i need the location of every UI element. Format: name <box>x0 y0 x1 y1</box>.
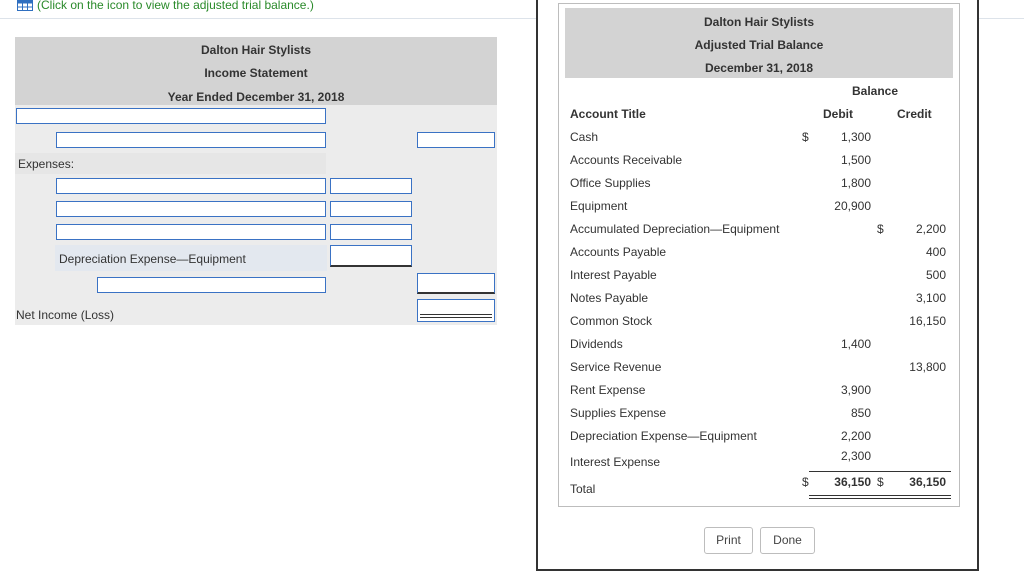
total-row: Total $ 36,150 $ 36,150 <box>565 471 953 500</box>
trial-balance-row: Dividends 1,400 <box>565 333 953 356</box>
net-income-label: Net Income (Loss) <box>16 308 115 322</box>
col-debit: Debit <box>823 107 853 121</box>
trial-balance-row: Office Supplies 1,800 <box>565 172 953 195</box>
account-title: Depreciation Expense—Equipment <box>570 429 757 443</box>
expense-account-input-2[interactable] <box>56 201 326 217</box>
col-account-title: Account Title <box>570 107 646 121</box>
tb-title: Adjusted Trial Balance <box>694 38 824 52</box>
debit-value: 1,400 <box>840 337 871 351</box>
account-title: Equipment <box>570 199 628 213</box>
credit-value: 500 <box>925 268 946 282</box>
instruction-link[interactable]: (Click on the icon to view the adjusted … <box>37 0 314 12</box>
credit-value: 13,800 <box>909 360 946 374</box>
total-expenses-amount-input[interactable] <box>417 273 495 294</box>
column-header-row: Account Title Debit Credit <box>565 103 953 126</box>
income-statement-panel: Dalton Hair Stylists Income Statement Ye… <box>15 37 497 325</box>
total-debit-value: 36,150 <box>834 475 871 489</box>
account-title: Rent Expense <box>570 383 646 397</box>
total-credit-sign: $ <box>877 475 884 489</box>
trial-balance-row: Cash $1,300 <box>565 126 953 149</box>
debit-value: 1,500 <box>840 153 871 167</box>
trial-balance-frame: Dalton Hair Stylists Adjusted Trial Bala… <box>558 3 960 507</box>
expense-amount-input-3[interactable] <box>330 224 412 240</box>
credit-sign: $ <box>877 222 884 236</box>
debit-value: 850 <box>850 406 871 420</box>
account-title: Accounts Receivable <box>570 153 683 167</box>
credit-value: 16,150 <box>909 314 946 328</box>
account-title: Interest Payable <box>570 268 657 282</box>
total-credit-value: 36,150 <box>909 475 946 489</box>
total-expenses-label-input[interactable] <box>97 277 326 293</box>
debit-value: 20,900 <box>834 199 871 213</box>
debit-value: 3,900 <box>840 383 871 397</box>
trial-balance-row: Accounts Payable 400 <box>565 241 953 264</box>
revenue-header-input[interactable] <box>16 108 326 124</box>
trial-balance-header: Dalton Hair Stylists Adjusted Trial Bala… <box>565 8 953 78</box>
credit-value: 2,200 <box>915 222 946 236</box>
account-title: Dividends <box>570 337 623 351</box>
expense-account-input-1[interactable] <box>56 178 326 194</box>
is-statement-title: Income Statement <box>204 66 308 80</box>
debit-double-rule <box>809 495 883 499</box>
debit-sign: $ <box>802 130 809 144</box>
total-debit-sign: $ <box>802 475 809 489</box>
account-title: Accumulated Depreciation—Equipment <box>570 222 780 236</box>
trial-balance-row: Accounts Receivable 1,500 <box>565 149 953 172</box>
trial-balance-dialog: Dalton Hair Stylists Adjusted Trial Bala… <box>536 0 979 571</box>
double-underline <box>420 314 492 318</box>
income-statement-header: Dalton Hair Stylists Income Statement Ye… <box>15 37 497 105</box>
tb-date: December 31, 2018 <box>704 61 814 75</box>
trial-balance-row: Supplies Expense 850 <box>565 402 953 425</box>
account-title: Cash <box>570 130 599 144</box>
balance-header-row: Balance <box>565 80 953 103</box>
account-title: Service Revenue <box>570 360 662 374</box>
trial-balance-row: Depreciation Expense—Equipment 2,200 <box>565 425 953 448</box>
depreciation-amount-input[interactable] <box>330 245 412 267</box>
total-label: Total <box>570 482 596 496</box>
trial-balance-row: Rent Expense 3,900 <box>565 379 953 402</box>
revenue-account-input[interactable] <box>56 132 326 148</box>
is-company-name: Dalton Hair Stylists <box>200 43 312 57</box>
expenses-label: Expenses: <box>18 157 75 171</box>
expense-amount-input-2[interactable] <box>330 201 412 217</box>
debit-value: 2,300 <box>840 449 871 463</box>
trial-balance-row: Accumulated Depreciation—Equipment $2,200 <box>565 218 953 241</box>
table-grid-icon[interactable] <box>17 0 33 12</box>
account-title: Accounts Payable <box>570 245 667 259</box>
credit-value: 3,100 <box>915 291 946 305</box>
debit-value: 1,800 <box>840 176 871 190</box>
instruction-line[interactable]: (Click on the icon to view the adjusted … <box>0 0 314 15</box>
expense-amount-input-1[interactable] <box>330 178 412 194</box>
credit-value: 400 <box>925 245 946 259</box>
account-title: Office Supplies <box>570 176 651 190</box>
trial-balance-row: Equipment 20,900 <box>565 195 953 218</box>
account-title: Notes Payable <box>570 291 649 305</box>
depreciation-label: Depreciation Expense—Equipment <box>59 252 246 266</box>
revenue-amount-input[interactable] <box>417 132 495 148</box>
net-income-amount-input[interactable] <box>417 299 495 322</box>
trial-balance-row: Common Stock 16,150 <box>565 310 953 333</box>
account-title: Common Stock <box>570 314 653 328</box>
account-title: Supplies Expense <box>570 406 667 420</box>
print-button[interactable]: Print <box>704 527 753 554</box>
trial-balance-row: Interest Expense 2,300 <box>565 448 953 471</box>
is-period: Year Ended December 31, 2018 <box>167 90 345 104</box>
credit-double-rule <box>883 495 951 499</box>
trial-balance-row: Interest Payable 500 <box>565 264 953 287</box>
tb-company-name: Dalton Hair Stylists <box>703 15 815 29</box>
trial-balance-row: Service Revenue 13,800 <box>565 356 953 379</box>
col-credit: Credit <box>897 107 932 121</box>
done-button[interactable]: Done <box>760 527 815 554</box>
trial-balance-row: Notes Payable 3,100 <box>565 287 953 310</box>
balance-header: Balance <box>852 84 899 98</box>
expense-account-input-3[interactable] <box>56 224 326 240</box>
debit-value: 1,300 <box>840 130 871 144</box>
